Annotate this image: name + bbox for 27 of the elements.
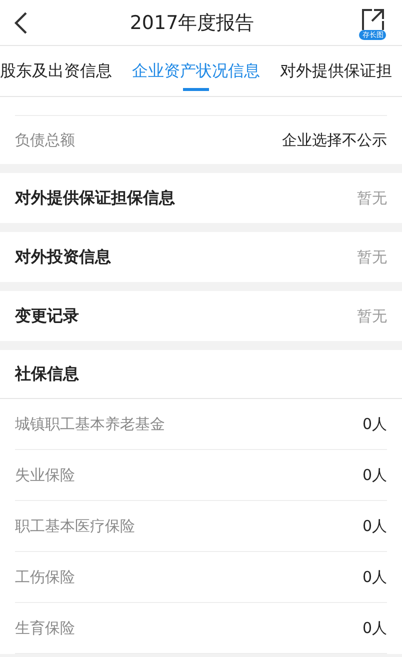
row-label: 失业保险	[15, 466, 75, 484]
section-row[interactable]: 对外提供保证担保信息 暂无	[0, 173, 402, 223]
tab[interactable]: 股东及出资信息	[0, 46, 112, 96]
row-label: 城镇职工基本养老基金	[15, 414, 165, 434]
section-title: 对外投资信息	[15, 246, 111, 268]
section-title: 变更记录	[15, 306, 79, 326]
tab[interactable]: 对外提供保证担	[280, 46, 392, 96]
section-row[interactable]: 对外投资信息 暂无	[0, 232, 402, 282]
row-label: 生育保险	[15, 618, 75, 638]
section-title: 社保信息	[15, 364, 79, 384]
row-value: 0人	[362, 618, 387, 638]
section-row[interactable]: 变更记录 暂无	[0, 291, 402, 341]
back-icon[interactable]	[14, 10, 28, 34]
row-value: 0人	[362, 568, 387, 586]
page-title: 2017年度报告	[130, 10, 254, 36]
row-label: 负债总额	[15, 130, 75, 150]
row-label: 工伤保险	[15, 568, 75, 586]
share-icon	[360, 8, 385, 32]
row-value: 0人	[362, 516, 387, 536]
row-label: 职工基本医疗保险	[15, 516, 135, 536]
section-title: 对外提供保证担保信息	[15, 188, 175, 208]
row-value: 企业选择不公示	[282, 130, 387, 150]
row-value: 0人	[362, 414, 387, 434]
section-value: 暂无	[357, 306, 387, 326]
row-value: 0人	[362, 466, 387, 484]
section-value: 暂无	[357, 248, 387, 266]
section-value: 暂无	[357, 188, 387, 208]
